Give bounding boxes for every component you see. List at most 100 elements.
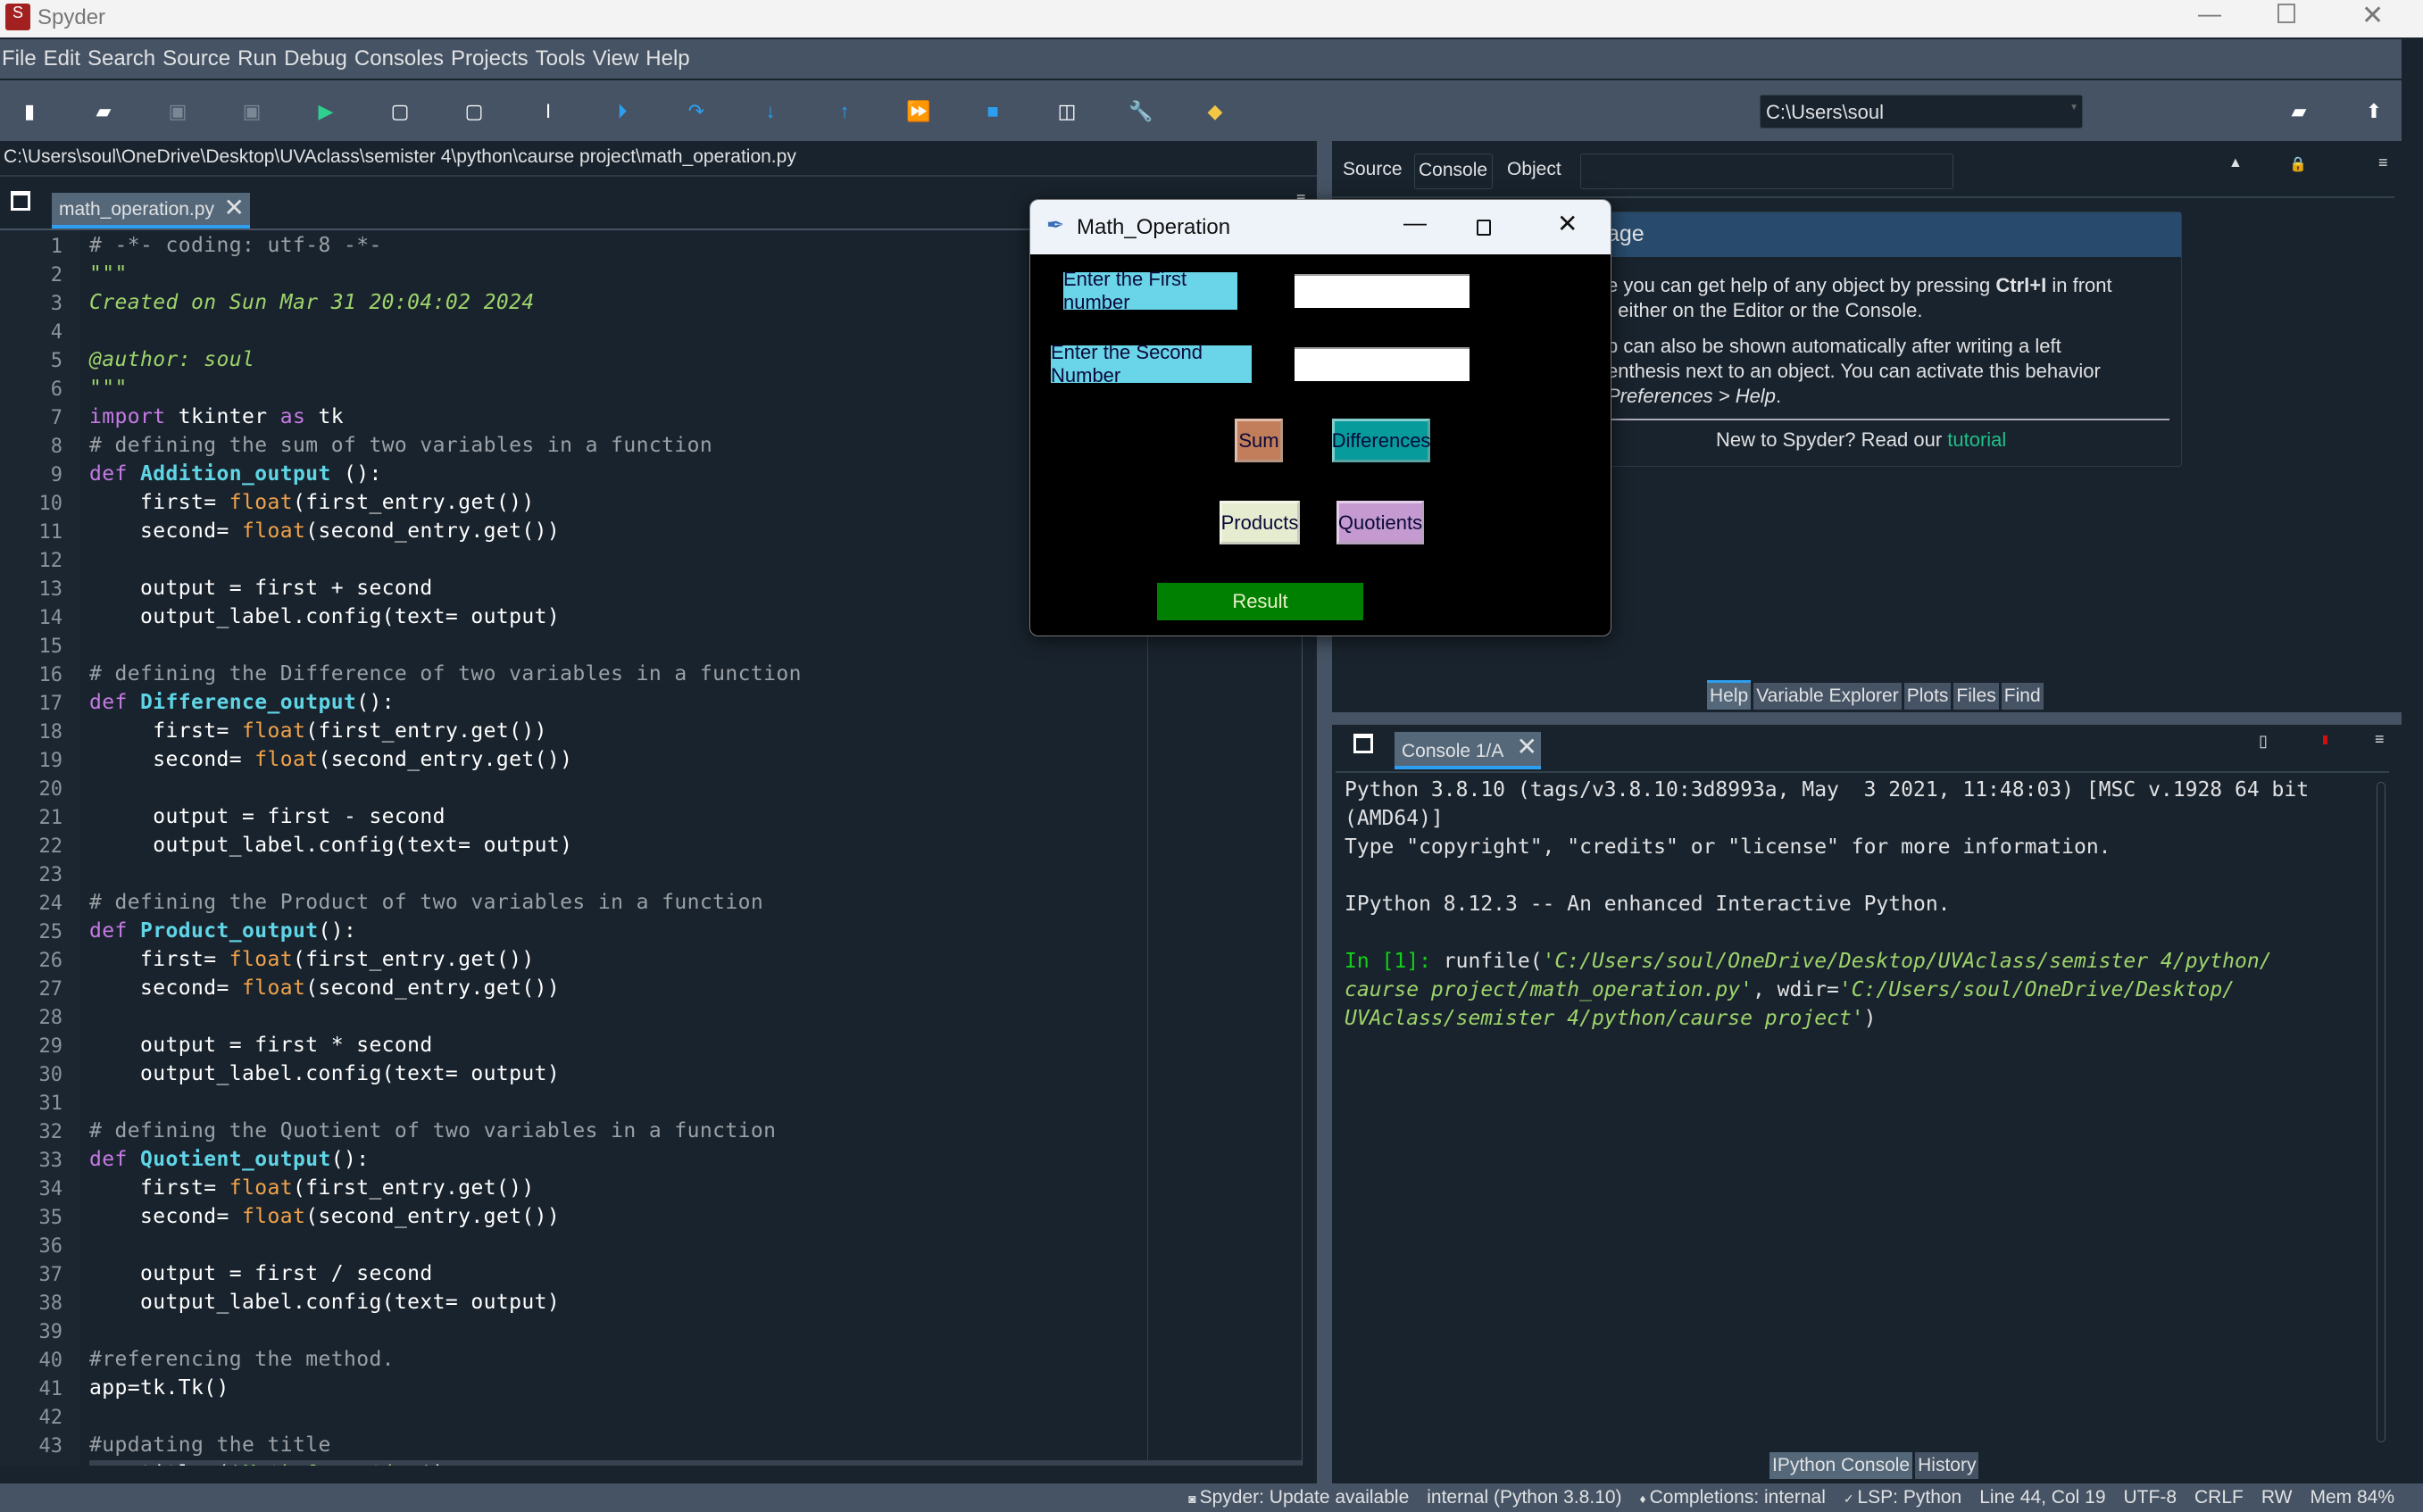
code-line: #referencing the method. — [89, 1348, 395, 1371]
new-file-icon[interactable]: ▮ — [14, 96, 45, 127]
working-directory-combobox[interactable]: C:\Users\soul ▼ — [1760, 95, 2083, 129]
code-token: """ — [89, 377, 128, 400]
menu-consoles[interactable]: Consoles — [354, 46, 444, 71]
code-token: (first_entry.get()) — [292, 491, 535, 514]
tab-find[interactable]: Find — [2001, 683, 2044, 710]
quotients-button[interactable]: Quotients — [1336, 501, 1424, 544]
app-title: Spyder — [37, 5, 106, 29]
close-tab-icon[interactable]: ✕ — [224, 193, 245, 222]
line-number: 38 — [38, 1292, 63, 1315]
stop-icon[interactable]: ■ — [978, 96, 1008, 127]
line-number: 1 — [50, 236, 62, 258]
differences-button[interactable]: Differences — [1332, 419, 1430, 462]
code-line: output_label.config(text= output) — [89, 1062, 560, 1085]
console-options-icon[interactable]: ≡ — [2375, 730, 2385, 749]
code-token: Product_output — [140, 919, 319, 943]
status-permissions: RW — [2261, 1487, 2293, 1508]
products-button[interactable]: Products — [1220, 501, 1300, 544]
first-number-label: Enter the First number — [1063, 268, 1237, 313]
parent-directory-icon[interactable]: ⬆ — [2359, 96, 2389, 127]
tab-math-operation[interactable]: math_operation.py ✕ — [52, 193, 250, 228]
save-all-icon[interactable]: ▣ — [237, 96, 267, 127]
tutorial-link[interactable]: tutorial — [1947, 428, 2006, 451]
code-line: def Quotient_output(): — [89, 1148, 369, 1171]
tab-variable-explorer[interactable]: Variable Explorer — [1753, 683, 1902, 710]
step-into-icon[interactable]: ↓ — [755, 96, 786, 127]
menu-tools[interactable]: Tools — [536, 46, 586, 71]
tk-close-button[interactable]: ✕ — [1557, 209, 1578, 238]
help-source-label: Source — [1343, 159, 1403, 179]
step-return-icon[interactable]: ↑ — [829, 96, 860, 127]
lock-icon[interactable]: 🔒 — [2289, 155, 2307, 173]
code-line: output_label.config(text= output) — [89, 834, 572, 857]
tab-plots[interactable]: Plots — [1903, 683, 1952, 710]
tk-maximize-button[interactable] — [1477, 220, 1491, 236]
code-token: (first_entry.get()) — [292, 948, 535, 971]
menu-search[interactable]: Search — [87, 46, 155, 71]
tk-minimize-button[interactable]: — — [1403, 209, 1427, 237]
console-output[interactable]: Python 3.8.10 (tags/v3.8.10:3d8993a, May… — [1336, 771, 2389, 1464]
browse-tabs-icon[interactable] — [1353, 734, 1373, 753]
remove-variables-icon[interactable]: ▯ — [2259, 732, 2268, 751]
menu-source[interactable]: Source — [162, 46, 230, 71]
close-tab-icon[interactable]: ✕ — [1517, 732, 1537, 761]
help-source-combobox[interactable]: Console — [1414, 154, 1493, 189]
menu-help[interactable]: Help — [645, 46, 689, 71]
code-token: float — [241, 719, 306, 743]
save-icon[interactable]: ▣ — [162, 96, 193, 127]
pane-splitter[interactable] — [1332, 712, 2402, 725]
run-cell-advance-icon[interactable]: ▢ — [459, 96, 489, 127]
tab-help[interactable]: Help — [1707, 680, 1752, 710]
code-token: (second_entry.get()) — [318, 748, 573, 771]
menu-edit[interactable]: Edit — [44, 46, 80, 71]
code-token: output = first / second — [89, 1262, 433, 1285]
console-scrollbar[interactable] — [2377, 782, 2386, 1442]
status-memory: Mem 84% — [2310, 1487, 2394, 1508]
step-over-icon[interactable]: ↷ — [681, 96, 712, 127]
tab-ipython-console[interactable]: IPython Console — [1769, 1452, 1913, 1479]
browse-tabs-icon[interactable] — [11, 191, 30, 211]
status-interpreter[interactable]: internal (Python 3.8.10) — [1427, 1487, 1621, 1508]
close-button[interactable]: ✕ — [2361, 0, 2384, 31]
run-cell-icon[interactable]: ▢ — [385, 96, 415, 127]
tab-history[interactable]: History — [1915, 1452, 1979, 1479]
preferences-wrench-icon[interactable]: 🔧 — [1126, 96, 1156, 127]
code-token: #referencing the method. — [89, 1348, 395, 1371]
status-update[interactable]: ◙ Spyder: Update available — [1188, 1487, 1409, 1508]
browse-folder-icon[interactable]: ▰ — [2284, 96, 2314, 127]
sum-button[interactable]: Sum — [1235, 419, 1283, 462]
code-token: Difference_output — [140, 691, 357, 714]
window-titlebar: S Spyder — ✕ — [0, 0, 2423, 37]
help-text: p can also be shown automatically after … — [1607, 335, 2061, 357]
interrupt-kernel-icon[interactable] — [2323, 735, 2327, 744]
console-pane: Console 1/A ✕ ▯ ≡ Python 3.8.10 (tags/v3… — [1332, 725, 2402, 1483]
python-path-icon[interactable]: ◆ — [1200, 96, 1230, 127]
menu-projects[interactable]: Projects — [451, 46, 529, 71]
first-number-input[interactable] — [1295, 274, 1470, 308]
menu-debug[interactable]: Debug — [284, 46, 347, 71]
code-token: float — [241, 519, 306, 543]
run-selection-icon[interactable]: I — [533, 96, 563, 127]
second-number-input[interactable] — [1295, 347, 1470, 381]
continue-icon[interactable]: ⏩ — [903, 96, 934, 127]
code-token: (): — [330, 1148, 370, 1171]
code-token: @author: soul — [89, 348, 255, 371]
status-eol: CRLF — [2194, 1487, 2244, 1508]
code-token: (second_entry.get()) — [305, 976, 561, 1000]
menu-view[interactable]: View — [593, 46, 639, 71]
menu-file[interactable]: File — [2, 46, 37, 71]
line-number: 10 — [38, 493, 63, 515]
tab-console-1a[interactable]: Console 1/A ✕ — [1395, 732, 1541, 769]
help-object-combobox[interactable] — [1580, 154, 1953, 189]
maximize-pane-icon[interactable]: ◫ — [1052, 96, 1082, 127]
maximize-button[interactable] — [2277, 4, 2295, 23]
home-icon[interactable]: ▲ — [2228, 155, 2243, 171]
status-bar: ◙ Spyder: Update available internal (Pyt… — [0, 1483, 2423, 1512]
run-icon[interactable]: ▶ — [311, 96, 341, 127]
tab-files[interactable]: Files — [1953, 683, 1999, 710]
debug-icon[interactable]: ⏵ — [607, 96, 637, 127]
minimize-button[interactable]: — — [2198, 0, 2221, 28]
help-options-icon[interactable]: ≡ — [2378, 154, 2388, 172]
open-file-icon[interactable]: ▰ — [88, 96, 119, 127]
menu-run[interactable]: Run — [237, 46, 277, 71]
